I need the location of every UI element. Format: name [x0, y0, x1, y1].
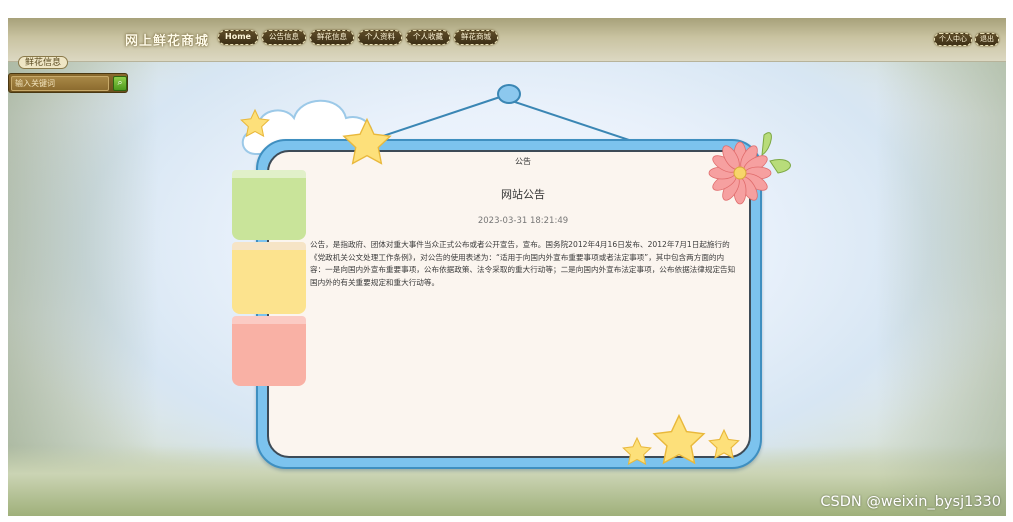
- star-icon: [652, 413, 706, 465]
- search-button[interactable]: ⌕: [113, 76, 127, 91]
- watermark: CSDN @weixin_bysj1330: [820, 494, 1001, 510]
- nav-flower-mall-button[interactable]: 鲜花商城: [453, 30, 498, 45]
- search-input[interactable]: [11, 76, 109, 91]
- nav-favorites-button[interactable]: 个人收藏: [405, 30, 450, 45]
- logout-button[interactable]: 退出: [975, 33, 999, 46]
- user-center-button[interactable]: 个人中心: [934, 33, 972, 46]
- notice-body: 公告，是指政府、团体对重大事件当众正式公布或者公开宣告，宣布。国务院2012年4…: [310, 240, 736, 287]
- search-icon: ⌕: [117, 78, 123, 88]
- category-label[interactable]: 鲜花信息: [18, 56, 69, 69]
- nav-home-button[interactable]: Home: [218, 30, 258, 45]
- notice-content: 公告 网站公告 2023-03-31 18:21:49 公告，是指政府、团体对重…: [306, 154, 740, 289]
- search-bar: ⌕: [8, 73, 128, 93]
- nav-flower-info-button[interactable]: 鲜花信息: [309, 30, 354, 45]
- nav-notice-button[interactable]: 公告信息: [261, 30, 306, 45]
- nav-profile-button[interactable]: 个人资料: [357, 30, 402, 45]
- main-nav: Home 公告信息 鲜花信息 个人资料 个人收藏 鲜花商城: [218, 30, 498, 45]
- star-icon: [240, 108, 270, 138]
- side-tab-green: [232, 170, 306, 240]
- notice-heading: 公告: [515, 157, 531, 166]
- star-icon: [708, 428, 740, 459]
- notice-title: 网站公告: [501, 188, 545, 201]
- site-title: 网上鲜花商城: [125, 34, 210, 49]
- user-actions: 个人中心 退出: [934, 33, 999, 46]
- hanging-hook: [497, 84, 521, 104]
- side-tab-yellow: [232, 242, 306, 314]
- side-tab-pink: [232, 316, 306, 386]
- notice-timestamp: 2023-03-31 18:21:49: [477, 216, 569, 226]
